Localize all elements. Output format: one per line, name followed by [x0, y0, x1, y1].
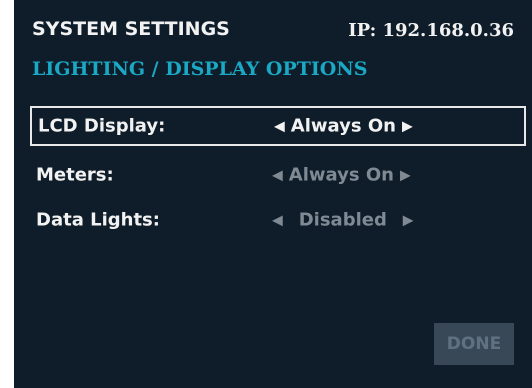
lcd-display-selector[interactable]: ◀ Always On ▶	[274, 116, 413, 137]
setting-row-lcd-display[interactable]: LCD Display: ◀ Always On ▶	[30, 106, 526, 146]
meters-value: Always On	[288, 164, 394, 186]
page-title: SYSTEM SETTINGS	[32, 18, 230, 40]
ip-address: IP: 192.168.0.36	[348, 20, 514, 41]
lcd-display-value: Always On	[290, 115, 396, 137]
right-arrow-icon[interactable]: ▶	[400, 167, 411, 183]
setting-row-data-lights[interactable]: Data Lights: ◀ Disabled ▶	[30, 200, 526, 240]
data-lights-value: Disabled	[298, 209, 387, 231]
settings-screen: SYSTEM SETTINGS IP: 192.168.0.36 LIGHTIN…	[14, 0, 532, 388]
left-arrow-icon[interactable]: ◀	[272, 167, 283, 183]
data-lights-selector[interactable]: ◀ Disabled ▶	[272, 210, 414, 231]
setting-label-lcd-display: LCD Display:	[38, 115, 166, 137]
done-button[interactable]: DONE	[434, 323, 514, 365]
left-arrow-icon[interactable]: ◀	[274, 118, 285, 134]
meters-selector[interactable]: ◀ Always On ▶	[272, 165, 411, 186]
right-arrow-icon[interactable]: ▶	[403, 212, 414, 228]
setting-label-data-lights: Data Lights:	[36, 209, 160, 231]
setting-row-meters[interactable]: Meters: ◀ Always On ▶	[30, 155, 526, 195]
right-arrow-icon[interactable]: ▶	[402, 118, 413, 134]
setting-label-meters: Meters:	[36, 164, 114, 186]
left-arrow-icon[interactable]: ◀	[272, 212, 283, 228]
section-title: LIGHTING / DISPLAY OPTIONS	[32, 58, 368, 80]
